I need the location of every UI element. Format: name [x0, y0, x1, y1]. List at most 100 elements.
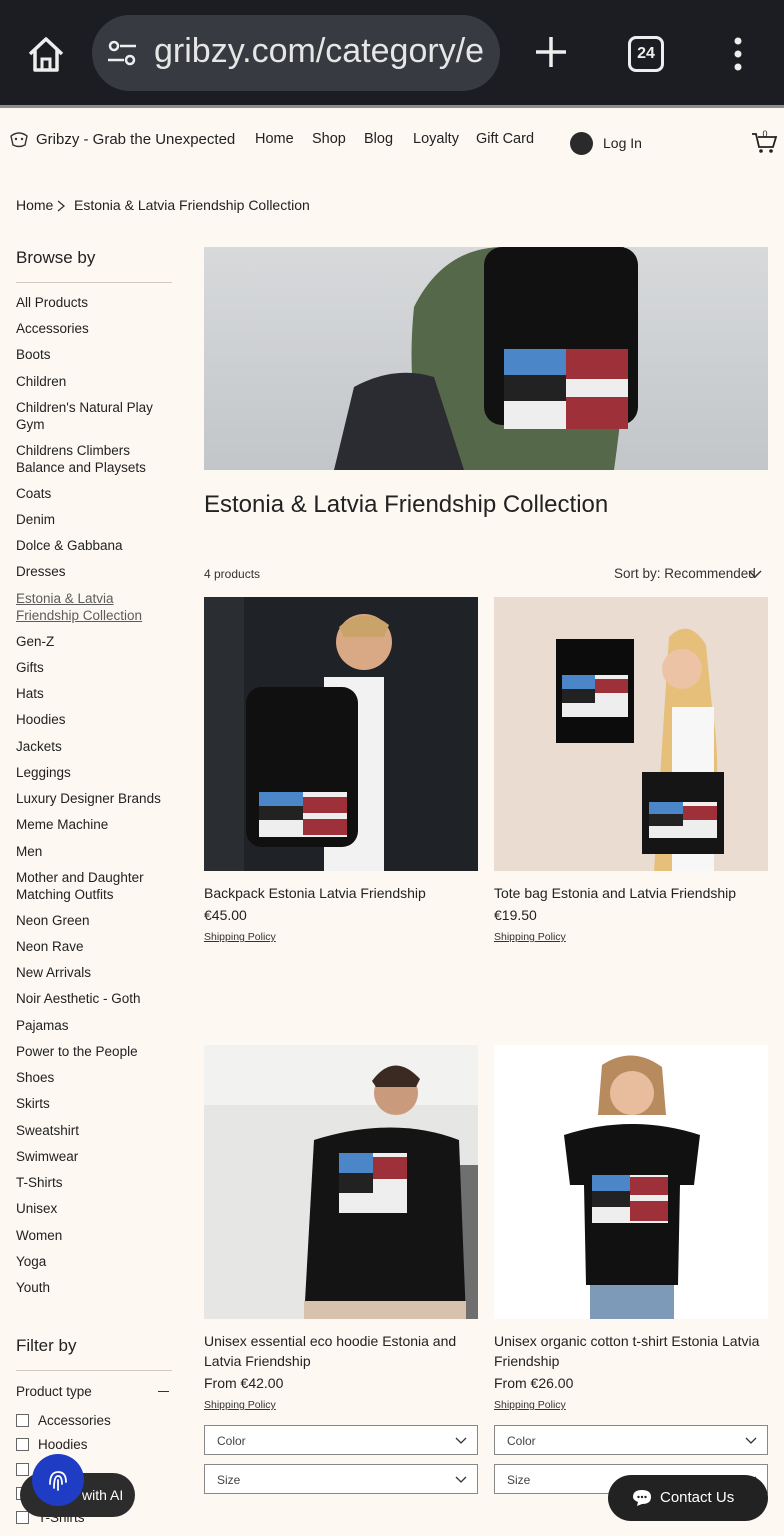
shipping-policy-link[interactable]: Shipping Policy: [204, 931, 276, 943]
category-item[interactable]: Dresses: [16, 563, 176, 580]
collapse-icon[interactable]: [158, 1391, 169, 1392]
sort-dropdown[interactable]: Sort by: Recommended: [614, 566, 756, 581]
color-select-label: Color: [217, 1434, 246, 1448]
category-item[interactable]: Childrens Climbers Balance and Playsets: [16, 442, 176, 476]
shipping-policy-link[interactable]: Shipping Policy: [494, 1399, 566, 1411]
category-item[interactable]: Sweatshirt: [16, 1122, 176, 1139]
category-item[interactable]: Boots: [16, 346, 176, 363]
filter-checkbox[interactable]: [16, 1511, 29, 1524]
product-name[interactable]: Backpack Estonia Latvia Friendship: [204, 883, 478, 903]
chevron-down-icon: [745, 1437, 757, 1444]
category-item[interactable]: Yoga: [16, 1253, 176, 1270]
chevron-down-icon: [455, 1437, 467, 1444]
nav-loyalty[interactable]: Loyalty: [413, 131, 459, 147]
site-settings-icon[interactable]: [106, 39, 138, 67]
product-count: 4 products: [204, 567, 261, 581]
product-name[interactable]: Tote bag Estonia and Latvia Friendship: [494, 883, 768, 903]
url-text: gribzy.com/category/e: [154, 32, 485, 70]
login-link[interactable]: Log In: [603, 135, 642, 151]
user-avatar-icon[interactable]: [570, 132, 593, 155]
contact-us-label: Contact Us: [660, 1489, 735, 1506]
product-image[interactable]: [204, 1045, 478, 1319]
chevron-down-icon[interactable]: [748, 569, 762, 579]
filter-label[interactable]: Hoodies: [38, 1437, 88, 1452]
category-item[interactable]: Swimwear: [16, 1148, 176, 1165]
category-item[interactable]: Shoes: [16, 1069, 176, 1086]
brand-name[interactable]: Gribzy - Grab the Unexpected: [36, 131, 235, 148]
product-name[interactable]: Unisex organic cotton t-shirt Estonia La…: [494, 1331, 768, 1371]
category-item[interactable]: Mother and Daughter Matching Outfits: [16, 869, 176, 903]
category-item[interactable]: Neon Green: [16, 912, 176, 929]
more-menu-icon[interactable]: [728, 36, 748, 72]
category-item[interactable]: All Products: [16, 294, 176, 311]
size-select-label: Size: [507, 1473, 531, 1487]
category-item[interactable]: Denim: [16, 511, 176, 528]
backpack-photo: [334, 247, 638, 470]
category-item[interactable]: New Arrivals: [16, 964, 176, 981]
category-item[interactable]: Coats: [16, 485, 176, 502]
category-item[interactable]: Skirts: [16, 1095, 176, 1112]
category-item[interactable]: Women: [16, 1227, 176, 1244]
home-icon[interactable]: [24, 32, 68, 76]
collection-banner-image: [204, 247, 768, 470]
nav-gift-card[interactable]: Gift Card: [476, 131, 534, 147]
cart-icon[interactable]: 0: [750, 128, 778, 154]
category-item[interactable]: Pajamas: [16, 1017, 176, 1034]
chat-bubble-icon: [633, 1490, 651, 1506]
divider: [16, 1370, 172, 1371]
filter-checkbox[interactable]: [16, 1463, 29, 1476]
new-tab-icon[interactable]: [533, 34, 569, 70]
product-image[interactable]: [494, 597, 768, 871]
category-item[interactable]: Gen-Z: [16, 633, 176, 650]
category-item[interactable]: Jackets: [16, 738, 176, 755]
category-item[interactable]: Children: [16, 373, 176, 390]
category-item[interactable]: Children's Natural Play Gym: [16, 399, 176, 433]
category-item[interactable]: Luxury Designer Brands: [16, 790, 176, 807]
nav-home[interactable]: Home: [255, 131, 294, 147]
filter-label[interactable]: Accessories: [38, 1413, 111, 1428]
shipping-policy-link[interactable]: Shipping Policy: [204, 1399, 276, 1411]
category-item[interactable]: Gifts: [16, 659, 176, 676]
category-item[interactable]: Dolce & Gabbana: [16, 537, 176, 554]
shipping-policy-link[interactable]: Shipping Policy: [494, 931, 566, 943]
site-header: Gribzy - Grab the Unexpected Home Shop B…: [0, 108, 784, 172]
color-select[interactable]: Color: [204, 1425, 478, 1455]
cart-count: 0: [762, 129, 767, 139]
category-item[interactable]: Leggings: [16, 764, 176, 781]
product-image[interactable]: [494, 1045, 768, 1319]
address-bar[interactable]: gribzy.com/category/e: [92, 15, 500, 91]
chevron-down-icon: [455, 1476, 467, 1483]
fingerprint-icon[interactable]: [32, 1454, 84, 1506]
category-item[interactable]: Accessories: [16, 320, 176, 337]
page-title: Estonia & Latvia Friendship Collection: [204, 491, 609, 518]
category-item[interactable]: Hats: [16, 685, 176, 702]
filter-checkbox[interactable]: [16, 1414, 29, 1427]
logo-icon[interactable]: [8, 128, 30, 150]
nav-blog[interactable]: Blog: [364, 131, 393, 147]
chevron-right-icon: [57, 200, 65, 212]
category-item[interactable]: Men: [16, 843, 176, 860]
nav-shop[interactable]: Shop: [312, 131, 346, 147]
product-price: €19.50: [494, 907, 537, 923]
category-item[interactable]: Power to the People: [16, 1043, 176, 1060]
category-item[interactable]: T-Shirts: [16, 1174, 176, 1191]
filter-checkbox[interactable]: [16, 1438, 29, 1451]
category-item-active[interactable]: Estonia & Latvia Friendship Collection: [16, 590, 176, 624]
product-price: From €42.00: [204, 1375, 284, 1391]
category-item[interactable]: Neon Rave: [16, 938, 176, 955]
product-price: From €26.00: [494, 1375, 574, 1391]
product-type-header[interactable]: Product type: [16, 1384, 92, 1399]
breadcrumb-home[interactable]: Home: [16, 197, 53, 213]
category-item[interactable]: Hoodies: [16, 711, 176, 728]
size-select[interactable]: Size: [204, 1464, 478, 1494]
browser-toolbar: gribzy.com/category/e 24: [0, 0, 784, 107]
category-item[interactable]: Noir Aesthetic - Goth: [16, 990, 176, 1007]
size-select-label: Size: [217, 1473, 241, 1487]
product-name[interactable]: Unisex essential eco hoodie Estonia and …: [204, 1331, 478, 1371]
tab-switcher-button[interactable]: 24: [628, 36, 664, 72]
category-item[interactable]: Unisex: [16, 1200, 176, 1217]
category-item[interactable]: Youth: [16, 1279, 176, 1296]
product-image[interactable]: [204, 597, 478, 871]
color-select[interactable]: Color: [494, 1425, 768, 1455]
category-item[interactable]: Meme Machine: [16, 816, 176, 833]
